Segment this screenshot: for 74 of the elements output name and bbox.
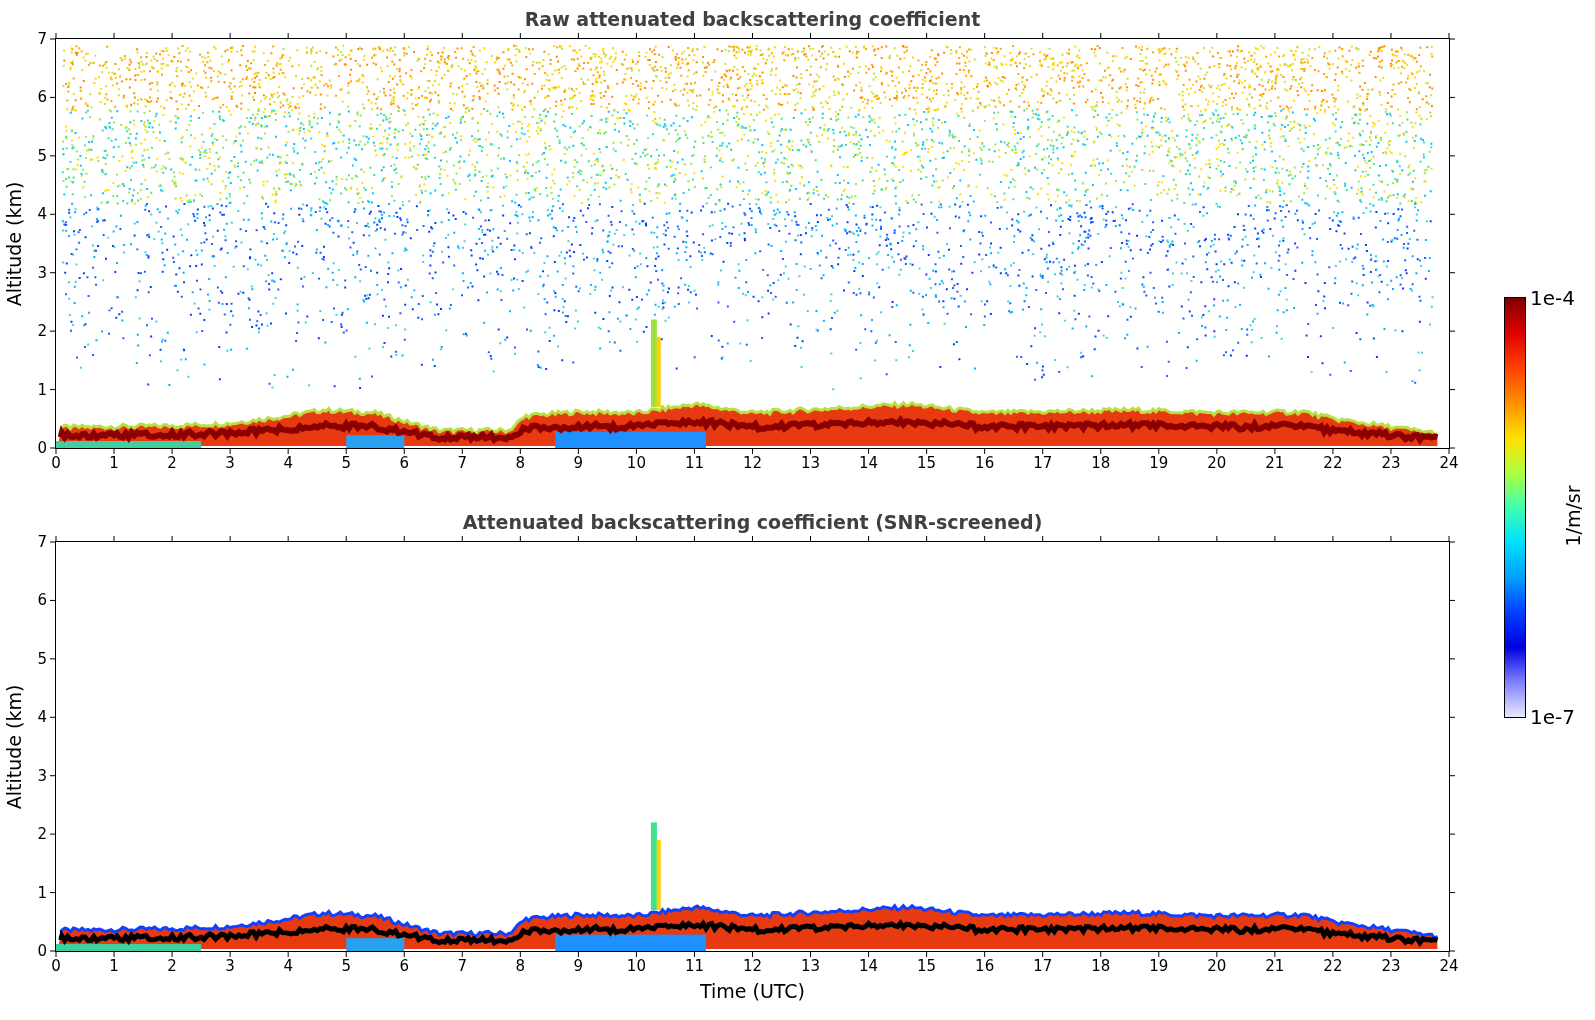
tick-label: 1 [37,885,47,901]
tick-label: 1 [37,382,47,398]
tick-label: 9 [573,959,584,974]
tick-label: 6 [399,456,409,471]
tick-label: 4 [283,456,293,471]
tick-label: 0 [51,456,61,471]
tick-label: 0 [37,943,47,959]
tick-label: 5 [341,456,351,471]
tick-label: 18 [1091,456,1111,471]
tick-label: 14 [859,456,879,471]
tick-label: 12 [742,456,763,471]
colorbar-label: 1/m/sr [1560,485,1585,547]
tick-label: 1 [109,456,119,471]
tick-label: 3 [225,959,235,974]
tick-label: 7 [37,534,47,550]
tick-label: 17 [1033,456,1053,471]
axis-label: Altitude (km) [1,181,26,306]
tick-label: 22 [1323,456,1343,471]
tick-label: 3 [37,265,47,281]
chart-title: Raw attenuated backscattering coefficient [524,6,981,32]
tick-label: 16 [975,456,995,471]
tick-label: 13 [801,959,821,974]
tick-label: 1 [109,959,119,974]
tick-label: 4 [37,206,47,222]
tick-label: 11 [684,456,704,471]
tick-label: 4 [37,709,47,725]
tick-label: 2 [167,456,177,471]
tick-label: 2 [37,826,47,842]
tick-label: 5 [37,651,47,667]
tick-label: 10 [626,456,646,471]
tick-label: 12 [742,959,763,974]
tick-label: 24 [1439,959,1459,974]
tick-label: 24 [1439,456,1459,471]
tick-label: 9 [573,456,584,471]
tick-label: 20 [1207,959,1227,974]
tick-label: 14 [859,959,879,974]
colorbar-max-label: 1e-4 [1530,288,1575,308]
tick-label: 18 [1091,959,1111,974]
tick-label: 0 [51,959,61,974]
tick-label: 8 [515,456,526,471]
tick-label: 23 [1381,456,1401,471]
tick-label: 5 [37,148,47,164]
tick-label: 5 [341,959,351,974]
tick-label: 4 [283,959,293,974]
tick-label: 11 [684,959,704,974]
tick-label: 21 [1265,456,1285,471]
axis-label: Time (UTC) [700,979,805,1004]
chart-title: Attenuated backscattering coefficient (SNR-screened) [462,509,1043,535]
tick-label: 2 [167,959,177,974]
tick-label: 6 [37,592,47,608]
tick-label: 21 [1265,959,1285,974]
tick-label: 6 [37,89,47,105]
tick-label: 15 [917,959,937,974]
axis-label: Altitude (km) [1,684,26,809]
tick-label: 3 [37,768,47,784]
tick-label: 7 [37,31,47,47]
tick-label: 3 [225,456,235,471]
tick-label: 23 [1381,959,1401,974]
tick-label: 10 [626,959,646,974]
tick-label: 19 [1149,456,1169,471]
tick-label: 2 [37,323,47,339]
tick-label: 16 [975,959,995,974]
tick-label: 20 [1207,456,1227,471]
tick-label: 15 [917,456,937,471]
tick-label: 22 [1323,959,1343,974]
colorbar-min-label: 1e-7 [1530,707,1575,727]
tick-label: 7 [457,959,468,974]
tick-label: 7 [457,456,468,471]
tick-label: 8 [515,959,526,974]
tick-label: 13 [801,456,821,471]
tick-label: 0 [37,440,47,456]
tick-label: 19 [1149,959,1169,974]
tick-label: 6 [399,959,409,974]
tick-label: 17 [1033,959,1053,974]
